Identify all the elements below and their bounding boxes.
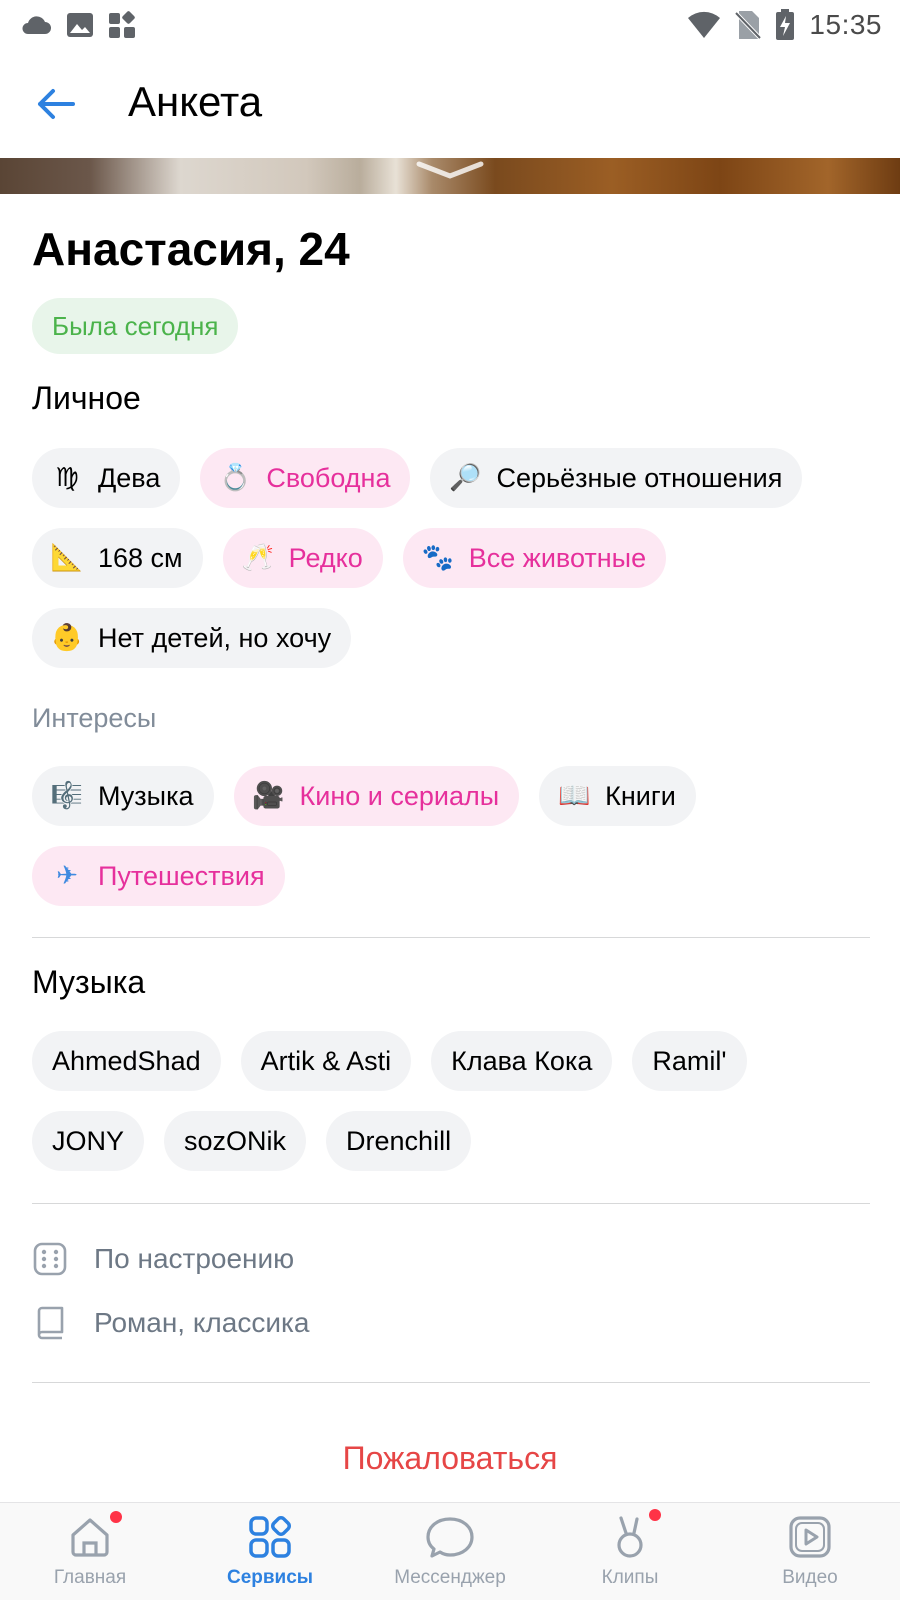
- chip-label: Дева: [98, 462, 161, 493]
- chip-interest-movies[interactable]: 🎥 Кино и сериалы: [233, 766, 520, 826]
- chip-label: Редко: [288, 542, 363, 573]
- chip-label: Путешествия: [98, 860, 265, 891]
- divider: [32, 937, 870, 938]
- apps-icon: [109, 11, 135, 38]
- top-header: Анкета: [0, 50, 900, 158]
- battery-charging-icon: [776, 9, 795, 40]
- back-button[interactable]: [28, 76, 84, 132]
- chip-interest-music[interactable]: 🎼 Музыка: [32, 766, 214, 826]
- champagne-icon: 🥂: [241, 543, 274, 573]
- dice-icon: [33, 1242, 67, 1276]
- section-title-personal: Личное: [32, 380, 141, 416]
- online-status-badge: Была сегодня: [32, 298, 239, 354]
- bottom-navigation: Главная Сервисы Мессенджер Клипы Видео: [0, 1502, 900, 1600]
- divider: [32, 1203, 870, 1204]
- personal-chips: ♍ Дева 💍 Свободна 🔎 Серьёзные отношения 📐 16…: [32, 448, 872, 668]
- detail-row-books: Роман, классика: [32, 1298, 309, 1348]
- nav-label: Мессенджер: [394, 1567, 506, 1588]
- chip-zodiac[interactable]: ♍ Дева: [32, 448, 181, 508]
- chip-label: Все животные: [468, 542, 647, 573]
- section-title-interests: Интересы: [32, 703, 157, 733]
- status-bar: 15:35: [0, 0, 900, 50]
- chip-artist[interactable]: Клава Кока: [431, 1031, 613, 1091]
- no-sim-icon: [735, 11, 762, 40]
- chip-label: Серьёзные отношения: [496, 462, 783, 493]
- notification-badge: [649, 1509, 661, 1521]
- magnifier-icon: 🔎: [449, 463, 482, 493]
- movie-camera-icon: 🎥: [252, 781, 285, 811]
- nav-label: Видео: [782, 1567, 838, 1588]
- chip-label: Свободна: [266, 462, 391, 493]
- chip-artist[interactable]: AhmedShad: [32, 1031, 221, 1091]
- chip-label: Нет детей, но хочу: [98, 622, 332, 653]
- nav-item-services[interactable]: Сервисы: [180, 1503, 360, 1600]
- chip-pets[interactable]: 🐾 Все животные: [402, 528, 667, 588]
- chip-relationship-status[interactable]: 💍 Свободна: [200, 448, 411, 508]
- chevron-down-icon[interactable]: [415, 160, 485, 182]
- detail-text: Роман, классика: [94, 1307, 310, 1338]
- image-icon: [67, 13, 93, 37]
- chip-alcohol[interactable]: 🥂 Редко: [222, 528, 383, 588]
- report-button[interactable]: Пожаловаться: [0, 1440, 900, 1477]
- detail-text: По настроению: [94, 1243, 295, 1274]
- paw-icon: 🐾: [421, 543, 454, 573]
- clips-icon: [617, 1516, 643, 1558]
- nav-item-home[interactable]: Главная: [0, 1503, 180, 1600]
- notification-badge: [110, 1511, 122, 1523]
- nav-item-video[interactable]: Видео: [720, 1503, 900, 1600]
- section-title-music: Музыка: [32, 964, 146, 1000]
- chip-artist[interactable]: JONY: [32, 1111, 145, 1171]
- detail-row-mood: По настроению: [32, 1234, 294, 1284]
- page-title: Анкета: [128, 78, 263, 125]
- nav-label: Сервисы: [226, 1567, 314, 1588]
- divider: [32, 1382, 870, 1383]
- nav-item-clips[interactable]: Клипы: [540, 1503, 720, 1600]
- profile-name: Анастасия, 24: [32, 223, 350, 275]
- status-bar-right: 15:35: [687, 9, 882, 41]
- chip-artist[interactable]: sozONik: [164, 1111, 307, 1171]
- chip-artist[interactable]: Artik & Asti: [240, 1031, 412, 1091]
- nav-label: Главная: [53, 1567, 127, 1588]
- wifi-icon: [688, 11, 721, 38]
- chip-label: Книги: [605, 780, 676, 811]
- book-icon: [37, 1306, 64, 1340]
- airplane-icon: ✈: [56, 861, 78, 891]
- nav-label: Клипы: [601, 1567, 659, 1588]
- arrow-left-icon: [38, 89, 75, 119]
- book-open-icon: 📖: [557, 781, 591, 811]
- interests-chips: 🎼 Музыка 🎥 Кино и сериалы 📖 Книги ✈ Путешест…: [32, 766, 872, 906]
- music-note-icon: 🎼: [50, 781, 84, 811]
- ruler-icon: 📐: [50, 543, 84, 573]
- cloud-icon: [22, 16, 51, 34]
- music-chips: AhmedShad Artik & Asti Клава Кока Ramil'…: [32, 1031, 872, 1171]
- chip-interest-travel[interactable]: ✈ Путешествия: [32, 846, 285, 906]
- virgo-icon: ♍: [55, 463, 79, 493]
- chip-interest-books[interactable]: 📖 Книги: [539, 766, 696, 826]
- chip-children[interactable]: 👶 Нет детей, но хочу: [32, 608, 352, 668]
- video-icon: [789, 1516, 831, 1558]
- baby-icon: 👶: [50, 623, 84, 653]
- status-bar-left: [20, 11, 136, 39]
- services-icon: [249, 1516, 291, 1558]
- chip-label: Кино и сериалы: [299, 780, 500, 811]
- chip-height[interactable]: 📐 168 см: [32, 528, 203, 588]
- status-time: 15:35: [809, 9, 882, 40]
- ring-icon: 💍: [219, 463, 252, 493]
- chip-label: 168 см: [98, 542, 183, 573]
- home-icon: [71, 1518, 109, 1557]
- chip-artist[interactable]: Ramil': [632, 1031, 747, 1091]
- chip-artist[interactable]: Drenchill: [326, 1111, 472, 1171]
- message-icon: [426, 1517, 474, 1558]
- profile-photo[interactable]: [0, 158, 900, 194]
- chip-looking-for[interactable]: 🔎 Серьёзные отношения: [430, 448, 803, 508]
- chip-label: Музыка: [98, 780, 194, 811]
- nav-item-messenger[interactable]: Мессенджер: [360, 1503, 540, 1600]
